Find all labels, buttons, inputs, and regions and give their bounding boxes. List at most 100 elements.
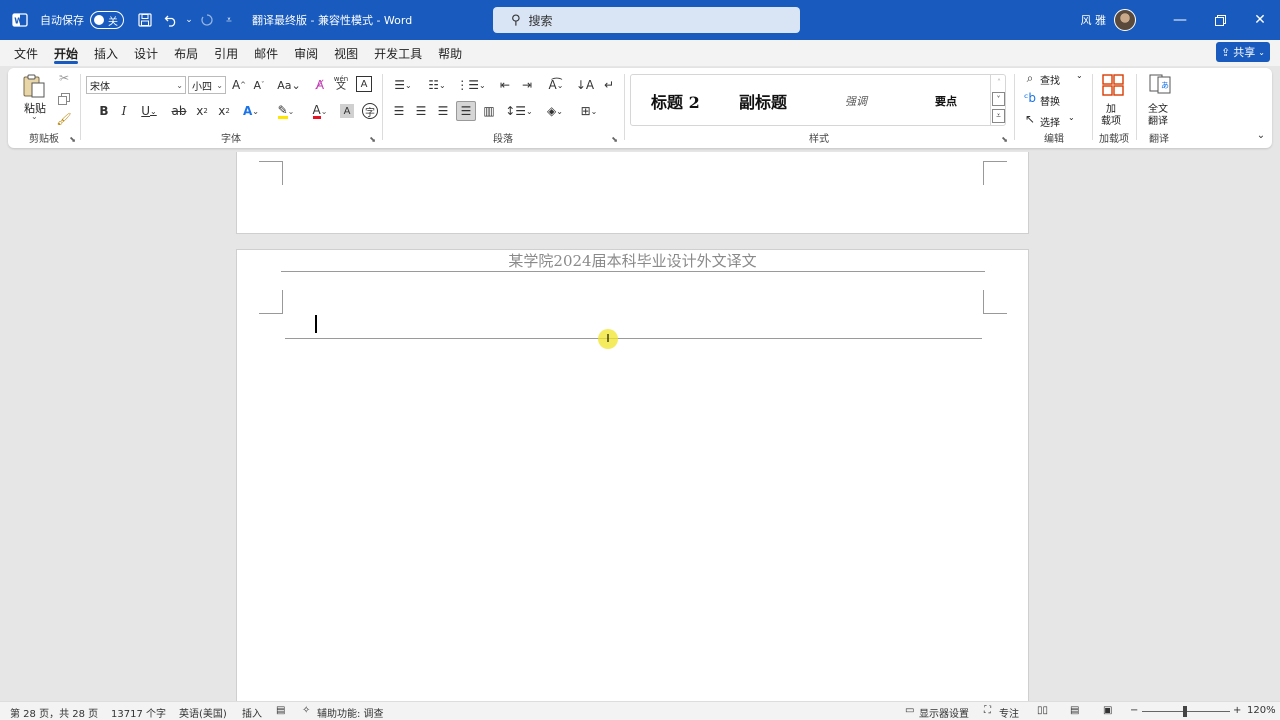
focus-mode[interactable]: 专注 [999, 705, 1019, 720]
zoom-level[interactable]: 120% [1247, 705, 1276, 716]
insert-mode[interactable]: 插入 [242, 705, 262, 720]
replace-icon[interactable]: ᶜb [1022, 90, 1038, 106]
word-count[interactable]: 13717 个字 [111, 705, 166, 720]
numbering-icon[interactable]: ☷ ⌄ [422, 76, 452, 94]
document-canvas[interactable]: 某学院2024届本科毕业设计外文译文 I [0, 152, 1280, 701]
strikethrough-icon[interactable]: ab [170, 102, 188, 120]
share-button[interactable]: ⇪ 共享 ⌄ [1216, 42, 1270, 62]
restore-icon[interactable] [1200, 0, 1240, 40]
autosave-toggle[interactable]: 关 [90, 11, 124, 29]
avatar[interactable] [1114, 9, 1136, 31]
bold-icon[interactable]: B [96, 102, 112, 120]
display-settings[interactable]: 显示器设置 [919, 705, 969, 720]
italic-icon[interactable]: I [116, 102, 132, 120]
undo-icon[interactable] [158, 7, 184, 33]
tab-review[interactable]: 审阅 [286, 40, 326, 66]
multilevel-list-icon[interactable]: ⋮☰ ⌄ [456, 76, 486, 94]
shading-icon[interactable]: ◈ ⌄ [540, 102, 570, 120]
collapse-ribbon-icon[interactable]: ⌄ [1254, 128, 1268, 142]
paste-dropdown-icon[interactable]: ⌄ [31, 112, 38, 121]
select-dropdown-icon[interactable]: ⌄ [1068, 113, 1075, 122]
align-center-icon[interactable]: ☰ [412, 102, 430, 120]
justify-icon[interactable]: ☰ [456, 101, 476, 121]
focus-icon[interactable]: ⛶ [984, 705, 991, 716]
select-icon[interactable]: ↖ [1022, 111, 1038, 127]
page-previous[interactable] [236, 152, 1029, 234]
copy-icon[interactable] [56, 91, 72, 107]
find-label[interactable]: 查找 [1040, 72, 1060, 87]
user-name[interactable]: 风 雅 [1081, 12, 1107, 28]
tab-help[interactable]: 帮助 [430, 40, 470, 66]
page-current[interactable]: 某学院2024届本科毕业设计外文译文 I [236, 249, 1029, 701]
close-icon[interactable]: ✕ [1240, 0, 1280, 40]
zoom-slider-thumb[interactable] [1183, 706, 1187, 717]
font-name-dropdown[interactable]: 宋体 ⌄ [86, 76, 186, 94]
zoom-in-icon[interactable]: + [1233, 705, 1241, 716]
tab-home[interactable]: 开始 [46, 40, 86, 66]
format-painter-icon[interactable]: 🖌 [56, 111, 72, 127]
page-count[interactable]: 第 28 页，共 28 页 [10, 705, 98, 720]
subscript-icon[interactable]: x2 [194, 102, 210, 120]
line-spacing-icon[interactable]: ↕☰ ⌄ [504, 102, 534, 120]
undo-dropdown-icon[interactable]: ⌄ [184, 7, 194, 33]
paragraph-launcher-icon[interactable]: ⬊ [611, 135, 618, 144]
print-layout-icon[interactable]: ▤ [1070, 705, 1079, 716]
character-border-icon[interactable]: A [356, 76, 372, 92]
bullets-icon[interactable]: ☰ ⌄ [388, 76, 418, 94]
font-color-icon[interactable]: A ⌄ [306, 102, 334, 120]
shrink-font-icon[interactable]: Aˇ [251, 76, 267, 94]
search-input[interactable]: ⚲ 搜索 [493, 7, 800, 33]
decrease-indent-icon[interactable]: ⇤ [496, 76, 514, 94]
translate-icon[interactable]: あ [1148, 72, 1172, 96]
web-layout-icon[interactable]: ▣ [1103, 705, 1112, 716]
select-label[interactable]: 选择 [1040, 114, 1060, 129]
show-marks-icon[interactable]: ↵ [600, 76, 618, 94]
tab-insert[interactable]: 插入 [86, 40, 126, 66]
redo-icon[interactable] [194, 7, 220, 33]
font-size-dropdown[interactable]: 小四 ⌄ [188, 76, 226, 94]
tab-references[interactable]: 引用 [206, 40, 246, 66]
cut-icon[interactable]: ✂ [56, 70, 72, 86]
page-header-text[interactable]: 某学院2024届本科毕业设计外文译文 [237, 250, 1028, 271]
highlight-icon[interactable]: ✎ ⌄ [272, 102, 300, 120]
phonetic-guide-icon[interactable]: wén 文 [332, 73, 350, 93]
tab-view[interactable]: 视图 [326, 40, 366, 66]
find-icon[interactable]: ⌕ [1022, 70, 1038, 86]
align-left-icon[interactable]: ☰ [390, 102, 408, 120]
borders-icon[interactable]: ⊞ ⌄ [574, 102, 604, 120]
chinese-layout-icon[interactable]: A͡ ⌄ [542, 76, 570, 94]
addins-icon[interactable] [1100, 72, 1126, 98]
addins-label-2[interactable]: 载项 [1101, 112, 1121, 127]
character-shading-icon[interactable]: A [340, 104, 354, 118]
track-changes-icon[interactable]: ▤ [276, 705, 285, 716]
enclose-characters-icon[interactable]: 字 [362, 103, 378, 119]
tab-mailings[interactable]: 邮件 [246, 40, 286, 66]
accessibility-status[interactable]: 辅助功能: 调查 [317, 705, 384, 720]
tab-design[interactable]: 设计 [126, 40, 166, 66]
display-settings-icon[interactable]: ▭ [905, 705, 914, 716]
zoom-out-icon[interactable]: − [1130, 705, 1138, 716]
superscript-icon[interactable]: x2 [216, 102, 232, 120]
minimize-icon[interactable]: — [1160, 0, 1200, 40]
underline-icon[interactable]: U ⌄ [136, 102, 162, 120]
clipboard-launcher-icon[interactable]: ⬊ [69, 135, 76, 144]
save-icon[interactable] [132, 7, 158, 33]
accessibility-icon[interactable]: ✧ [302, 705, 310, 716]
tab-developer[interactable]: 开发工具 [366, 40, 430, 66]
clear-format-icon[interactable]: A̸ [312, 76, 328, 94]
sort-icon[interactable]: ↓A [576, 76, 594, 94]
translate-label-2[interactable]: 翻译 [1148, 112, 1168, 127]
tab-layout[interactable]: 布局 [166, 40, 206, 66]
text-effects-icon[interactable]: A ⌄ [238, 102, 264, 120]
change-case-icon[interactable]: Aa⌄ [276, 76, 302, 94]
tab-file[interactable]: 文件 [6, 40, 46, 66]
read-mode-icon[interactable]: ▯▯ [1037, 705, 1048, 716]
distributed-icon[interactable]: ▥ [480, 102, 498, 120]
customize-toolbar-icon[interactable]: ⩡ [220, 7, 238, 33]
font-launcher-icon[interactable]: ⬊ [369, 135, 376, 144]
replace-label[interactable]: 替换 [1040, 93, 1060, 108]
find-dropdown-icon[interactable]: ⌄ [1076, 71, 1083, 80]
grow-font-icon[interactable]: A ^ [231, 76, 247, 94]
align-right-icon[interactable]: ☰ [434, 102, 452, 120]
paste-icon[interactable] [20, 72, 48, 100]
